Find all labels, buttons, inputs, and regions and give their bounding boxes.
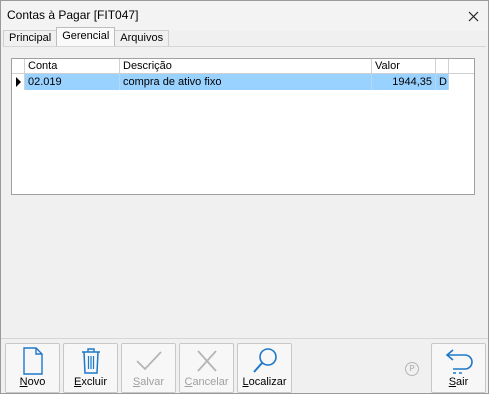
bottom-toolbar: Novo Excluir Salvar Cancelar Localizar P…	[1, 338, 488, 393]
tab-principal[interactable]: Principal	[3, 30, 58, 46]
tab-label: Arquivos	[120, 32, 164, 44]
document-icon	[22, 347, 43, 375]
window-title: Contas à Pagar [FIT047]	[7, 8, 139, 22]
indicator-header	[12, 59, 25, 73]
tab-arquivos[interactable]: Arquivos	[114, 30, 170, 46]
novo-label: Novo	[19, 376, 46, 388]
grid-header: Conta Descrição Valor	[12, 59, 474, 74]
sair-button[interactable]: Sair	[431, 343, 486, 393]
tab-panel-gerencial: Conta Descrição Valor 02.019 compra de a…	[3, 46, 486, 339]
current-row-arrow-icon	[16, 77, 21, 87]
salvar-label: Salvar	[132, 376, 165, 388]
cell-descricao[interactable]: compra de ativo fixo	[120, 74, 372, 90]
cell-valor[interactable]: 1944,35	[372, 74, 436, 90]
magnifier-icon	[252, 348, 277, 373]
cancelar-label: Cancelar	[184, 376, 229, 388]
accounts-grid[interactable]: Conta Descrição Valor 02.019 compra de a…	[11, 58, 475, 195]
return-arrow-icon	[445, 349, 473, 374]
tab-gerencial[interactable]: Gerencial	[56, 27, 116, 46]
close-icon	[468, 11, 478, 21]
excluir-label: Excluir	[73, 376, 107, 388]
column-header-conta[interactable]: Conta	[25, 59, 120, 73]
sair-label: Sair	[448, 376, 469, 388]
row-indicator	[12, 74, 25, 90]
cell-conta[interactable]: 02.019	[25, 74, 120, 90]
checkmark-icon	[135, 351, 162, 371]
trash-icon	[81, 348, 100, 374]
table-row[interactable]: 02.019 compra de ativo fixo 1944,35 D	[12, 74, 474, 90]
tab-strip: Principal Gerencial Arquivos	[3, 27, 170, 46]
localizar-label: Localizar	[242, 376, 287, 388]
excluir-button[interactable]: Excluir	[63, 343, 118, 393]
registered-badge: P	[405, 362, 419, 376]
tab-label: Gerencial	[62, 30, 110, 42]
localizar-button[interactable]: Localizar	[237, 343, 292, 393]
novo-button[interactable]: Novo	[5, 343, 60, 393]
dialog-window: Contas à Pagar [FIT047] Principal Gerenc…	[0, 0, 489, 394]
x-icon	[196, 350, 217, 372]
cancelar-button[interactable]: Cancelar	[179, 343, 234, 393]
cell-flag[interactable]: D	[436, 74, 449, 90]
column-header-valor[interactable]: Valor	[372, 59, 436, 73]
tab-label: Principal	[9, 32, 52, 44]
column-header-flag[interactable]	[436, 59, 449, 73]
close-button[interactable]	[458, 1, 488, 31]
salvar-button[interactable]: Salvar	[121, 343, 176, 393]
column-header-descricao[interactable]: Descrição	[120, 59, 372, 73]
